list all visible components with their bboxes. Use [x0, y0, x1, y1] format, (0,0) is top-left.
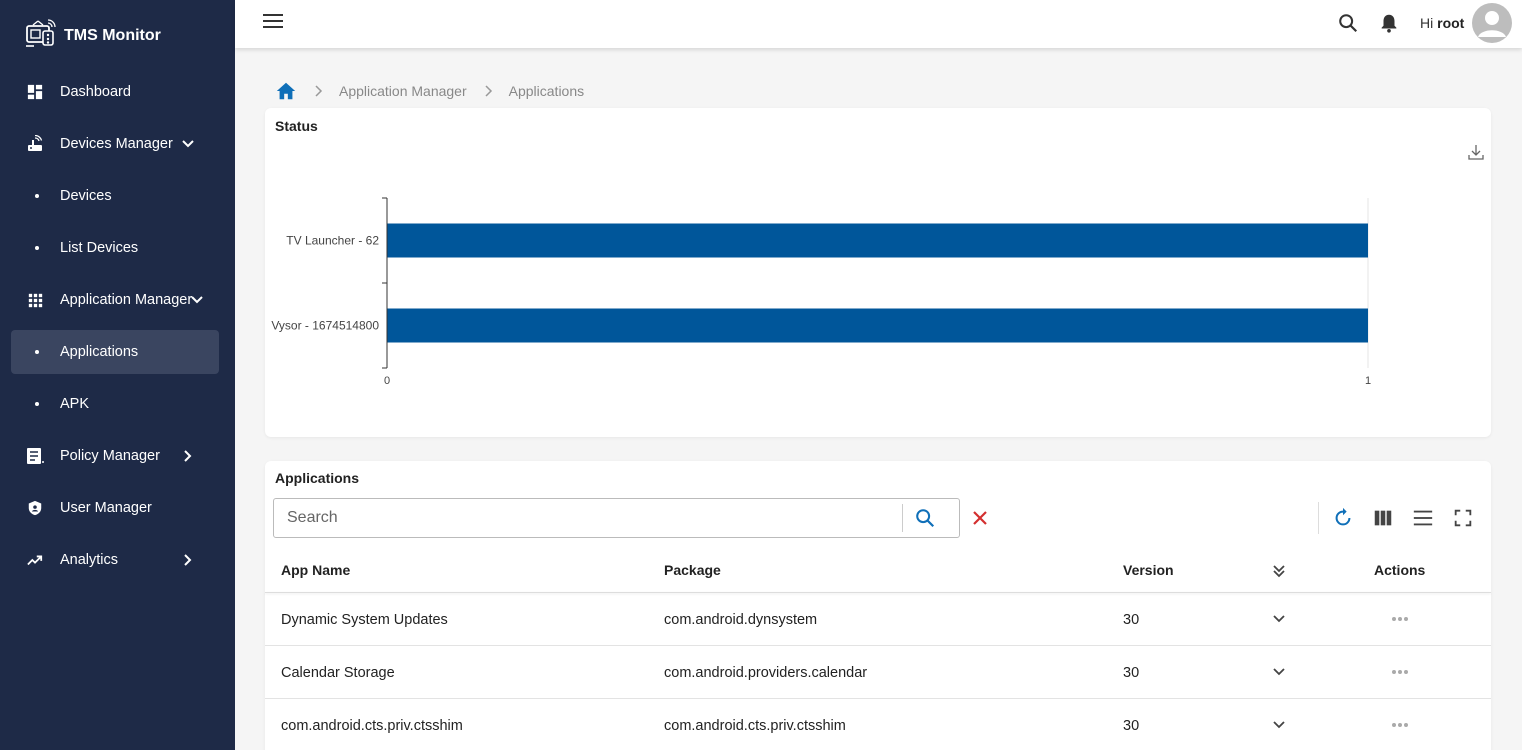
apps-grid-icon: [26, 291, 44, 309]
sidebar-item-list-devices[interactable]: List Devices: [11, 226, 219, 270]
greeting-text: Hi: [1420, 15, 1434, 31]
search-divider: [902, 504, 903, 532]
sidebar-item-apk[interactable]: APK: [11, 382, 219, 426]
bullet-icon: [35, 246, 39, 250]
status-card: Status TV Launcher - 62 Vysor - 167451480…: [265, 108, 1491, 437]
expand-row-icon[interactable]: [1270, 716, 1288, 734]
sidebar-item-label: Dashboard: [60, 84, 131, 100]
cell-version: 30: [1123, 718, 1140, 734]
chart-bar: [387, 223, 1368, 258]
policy-list-icon: [26, 447, 44, 465]
trending-up-icon: [26, 551, 44, 569]
bell-icon[interactable]: [1378, 12, 1400, 34]
cell-app-name: com.android.cts.priv.ctsshim: [281, 718, 463, 734]
column-header-version[interactable]: Version: [1123, 562, 1174, 578]
more-actions-icon[interactable]: [1389, 716, 1411, 734]
chart-x-tick-label: 0: [384, 375, 390, 387]
table-row[interactable]: Calendar Storage com.android.providers.c…: [265, 646, 1491, 699]
search-input[interactable]: [274, 499, 902, 537]
columns-icon[interactable]: [1372, 507, 1394, 529]
table-row[interactable]: Dynamic System Updates com.android.dynsy…: [265, 593, 1491, 646]
density-icon[interactable]: [1412, 507, 1434, 529]
top-header: Hi root: [235, 0, 1522, 48]
chart-bar: [387, 308, 1368, 343]
cell-package: com.android.cts.priv.ctsshim: [664, 718, 846, 734]
sidebar: TMS Monitor Dashboard Devices Manager De…: [0, 0, 235, 750]
sidebar-item-application-manager[interactable]: Application Manager: [11, 278, 219, 322]
bullet-icon: [35, 402, 39, 406]
sidebar-item-devices-manager[interactable]: Devices Manager: [11, 122, 219, 166]
sidebar-item-label: List Devices: [60, 240, 139, 256]
search-submit-icon[interactable]: [914, 507, 936, 529]
sidebar-item-label: User Manager: [60, 500, 152, 516]
sidebar-item-label: Devices: [60, 188, 112, 204]
fullscreen-icon[interactable]: [1452, 507, 1474, 529]
chart-category-label: TV Launcher - 62: [286, 234, 379, 248]
chart-category-label: Vysor - 1674514800: [271, 319, 379, 333]
sidebar-item-label: Analytics: [60, 552, 119, 568]
clear-search-icon[interactable]: [971, 509, 989, 527]
applications-card: Applications App Name Package Version Ac…: [265, 461, 1491, 750]
more-actions-icon[interactable]: [1389, 610, 1411, 628]
expand-row-icon[interactable]: [1270, 610, 1288, 628]
sidebar-item-label: Policy Manager: [60, 448, 160, 464]
toolbar-divider: [1318, 502, 1319, 534]
cell-version: 30: [1123, 665, 1140, 681]
sidebar-item-policy-manager[interactable]: Policy Manager: [11, 434, 219, 478]
bullet-icon: [35, 194, 39, 198]
sidebar-item-label: Devices Manager: [60, 136, 173, 152]
username: root: [1437, 15, 1465, 31]
breadcrumb-item[interactable]: Application Manager: [339, 83, 467, 99]
chevron-right-icon: [315, 85, 323, 97]
bullet-icon: [35, 350, 39, 354]
sidebar-item-applications[interactable]: Applications: [11, 330, 219, 374]
chart-x-tick-label: 1: [1365, 375, 1371, 387]
app-title: TMS Monitor: [64, 26, 161, 44]
column-header-actions: Actions: [1374, 562, 1426, 578]
sidebar-item-dashboard[interactable]: Dashboard: [11, 70, 219, 114]
breadcrumb: Application Manager Applications: [275, 80, 584, 102]
column-header-package[interactable]: Package: [664, 562, 721, 578]
shield-user-icon: [26, 499, 44, 517]
search-icon[interactable]: [1337, 12, 1359, 34]
cell-package: com.android.dynsystem: [664, 612, 818, 628]
chevron-right-icon: [184, 554, 192, 566]
expand-all-icon[interactable]: [1270, 562, 1288, 580]
applications-card-title: Applications: [275, 470, 360, 486]
refresh-icon[interactable]: [1332, 507, 1354, 529]
user-avatar-icon: [1478, 11, 1506, 37]
status-bar-chart: TV Launcher - 62 Vysor - 1674514800 0 1: [271, 197, 1371, 387]
sidebar-item-devices[interactable]: Devices: [11, 174, 219, 218]
home-icon[interactable]: [275, 80, 297, 102]
dashboard-icon: [26, 83, 44, 101]
menu-icon[interactable]: [263, 14, 283, 32]
more-actions-icon[interactable]: [1389, 663, 1411, 681]
router-icon: [26, 135, 44, 153]
expand-row-icon[interactable]: [1270, 663, 1288, 681]
chevron-down-icon: [182, 140, 194, 148]
brand[interactable]: TMS Monitor: [24, 17, 161, 54]
table-row[interactable]: com.android.cts.priv.ctsshim com.android…: [265, 699, 1491, 750]
chevron-right-icon: [184, 450, 192, 462]
chevron-down-icon: [191, 296, 203, 304]
breadcrumb-item: Applications: [508, 83, 585, 99]
sidebar-item-label: Applications: [60, 344, 139, 360]
sidebar-item-label: APK: [60, 396, 90, 412]
sidebar-item-analytics[interactable]: Analytics: [11, 538, 219, 582]
cell-app-name: Calendar Storage: [281, 665, 395, 681]
cell-version: 30: [1123, 612, 1140, 628]
cell-package: com.android.providers.calendar: [664, 665, 868, 681]
sidebar-item-user-manager[interactable]: User Manager: [11, 486, 219, 530]
sidebar-item-label: Application Manager: [60, 292, 193, 308]
tv-logo-icon: [24, 17, 56, 54]
search-box: [273, 498, 960, 538]
column-header-app-name[interactable]: App Name: [281, 562, 350, 578]
chevron-right-icon: [485, 85, 492, 97]
avatar[interactable]: [1472, 3, 1512, 43]
user-greeting: Hi root: [1420, 15, 1464, 31]
cell-app-name: Dynamic System Updates: [281, 612, 448, 628]
